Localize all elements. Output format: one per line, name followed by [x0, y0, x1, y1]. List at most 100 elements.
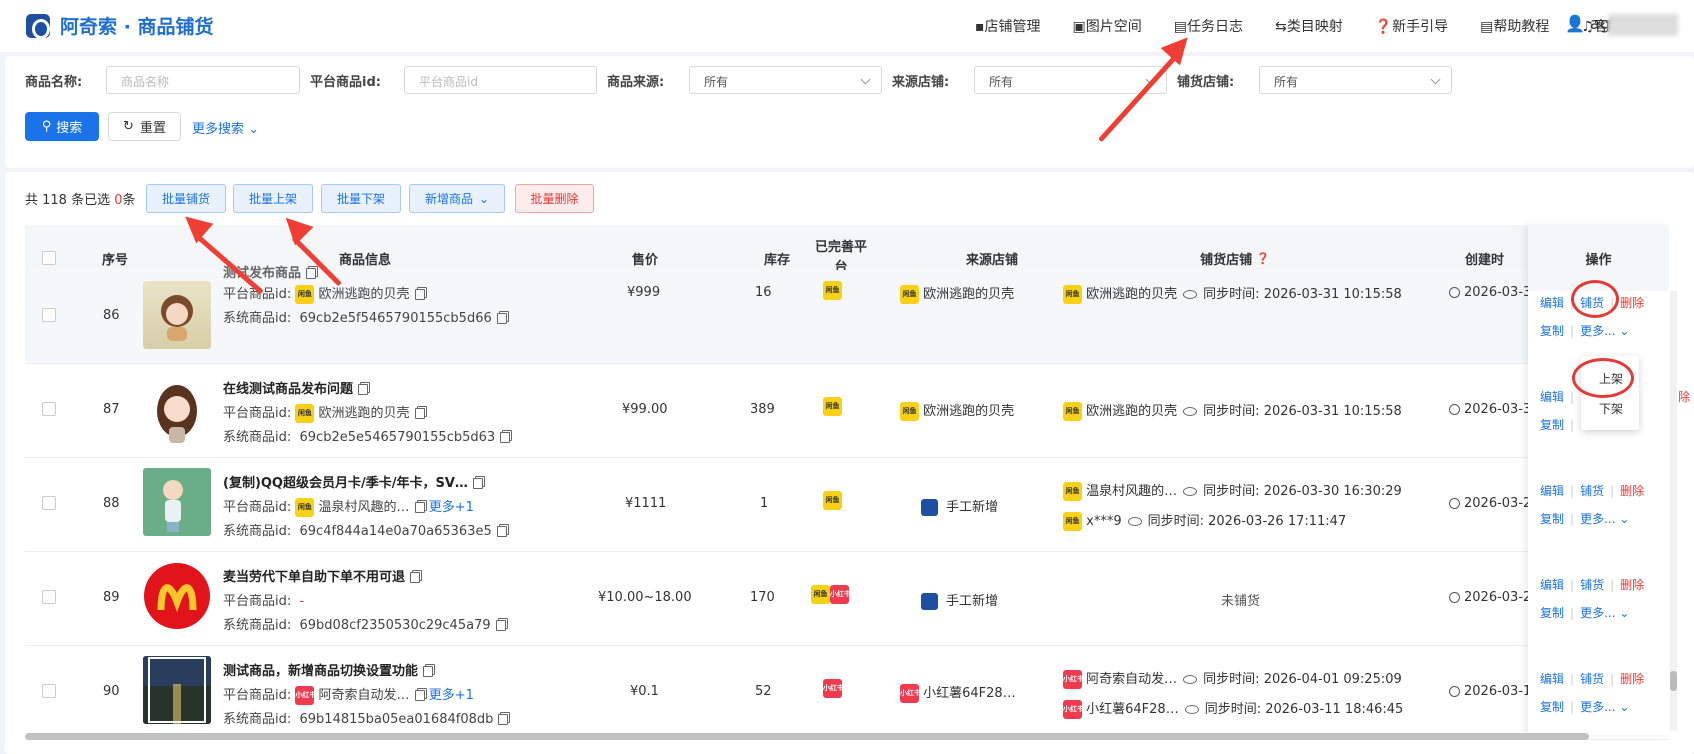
copy-icon[interactable]	[496, 313, 507, 324]
clock-icon	[1449, 498, 1460, 509]
delete-link[interactable]: 删除	[1620, 578, 1644, 592]
copy-icon[interactable]	[414, 690, 425, 701]
edit-link[interactable]: 编辑	[1540, 390, 1564, 404]
more-actions-link[interactable]: 更多... ⌄	[1580, 512, 1629, 526]
select-all-checkbox[interactable]	[42, 251, 56, 265]
source-shop-select[interactable]: 所有	[974, 66, 1167, 94]
horizontal-scrollbar[interactable]	[25, 733, 1589, 740]
reset-button[interactable]: ↻ 重置	[108, 112, 181, 141]
edit-link[interactable]: 编辑	[1540, 578, 1564, 592]
eye-icon[interactable]	[1183, 675, 1198, 684]
filter-name-label: 商品名称:	[25, 75, 83, 90]
batch-list-button[interactable]: 批量上架	[233, 184, 313, 213]
eye-icon[interactable]	[1184, 705, 1199, 714]
system-id-line: 系统商品id: 69cb2e5f5465790155cb5d66	[223, 307, 507, 326]
add-product-button[interactable]: 新增商品 ⌄	[409, 184, 505, 213]
table-row[interactable]: 87 在线测试商品发布问题 平台商品id: 闲鱼 欧洲逃跑的贝壳 系统商品id:…	[25, 364, 1669, 458]
eye-icon[interactable]	[1183, 407, 1198, 416]
distribute-link[interactable]: 铺货	[1580, 672, 1604, 686]
copy-link[interactable]: 复制	[1540, 606, 1564, 620]
menu-item-delist[interactable]: 下架	[1599, 400, 1623, 417]
nav-category-map[interactable]: ⇆类目映射	[1275, 16, 1359, 36]
copy-link[interactable]: 复制	[1540, 324, 1564, 338]
copy-icon[interactable]	[423, 666, 434, 677]
product-thumbnail[interactable]	[143, 377, 211, 445]
more-actions-link[interactable]: 更多... ⌄	[1580, 324, 1629, 338]
more-actions-link[interactable]: 更多... ⌄	[1580, 700, 1629, 714]
table-row[interactable]: 89 麦当劳代下单自助下单不用可退 平台商品id: - 系统商品id: 69bd…	[25, 552, 1669, 646]
table-row[interactable]: 86 测试发布商品 平台商品id: 闲鱼 欧洲逃跑的贝壳 系统商品id: 69c…	[25, 266, 1669, 364]
platform-id-line: 平台商品id: -	[223, 594, 305, 609]
eye-icon[interactable]	[1183, 487, 1198, 496]
stock: 52	[755, 684, 772, 699]
copy-icon[interactable]	[410, 572, 421, 583]
product-name[interactable]: 麦当劳代下单自助下单不用可退	[223, 566, 421, 585]
more-actions-link[interactable]: 更多... ⌄	[1580, 606, 1629, 620]
copy-icon[interactable]	[306, 268, 317, 279]
batch-distribute-button[interactable]: 批量铺货	[146, 184, 226, 213]
batch-delete-button[interactable]: 批量删除	[515, 184, 594, 213]
product-thumbnail[interactable]	[143, 656, 211, 724]
more-platforms-link[interactable]: 更多+1	[429, 688, 474, 703]
row-checkbox[interactable]	[42, 402, 56, 416]
xiaohongshu-badge-icon: 小红书	[900, 684, 921, 703]
copy-icon[interactable]	[472, 478, 483, 489]
table-row[interactable]: 88 (复制)QQ超级会员月卡/季卡/年卡，SV… 平台商品id: 闲鱼 温泉村…	[25, 458, 1669, 552]
search-button[interactable]: ⚲ 搜索	[25, 112, 99, 141]
more-search-link[interactable]: 更多搜索 ⌄	[192, 118, 259, 137]
more-platforms-link[interactable]: 更多+1	[429, 500, 474, 515]
copy-icon[interactable]	[414, 289, 425, 300]
row-checkbox[interactable]	[42, 308, 56, 322]
delete-link[interactable]: 删除	[1620, 296, 1644, 310]
clock-icon	[1449, 404, 1460, 415]
copy-icon[interactable]	[414, 502, 425, 513]
product-thumbnail[interactable]	[143, 562, 211, 630]
delete-link-partial[interactable]: 除	[1678, 390, 1690, 404]
product-name[interactable]: 测试商品，新增商品切换设置功能	[223, 660, 434, 679]
username-redacted	[1608, 14, 1678, 36]
batch-delist-button[interactable]: 批量下架	[321, 184, 401, 213]
copy-icon[interactable]	[495, 620, 506, 631]
edit-link[interactable]: 编辑	[1540, 484, 1564, 498]
nav-help-docs[interactable]: ▤帮助教程	[1480, 16, 1565, 36]
search-icon: ⚲	[41, 119, 52, 134]
copy-icon[interactable]	[358, 384, 369, 395]
scrollbar-thumb[interactable]	[1670, 671, 1677, 691]
distribute-link[interactable]: 铺货	[1580, 578, 1604, 592]
eye-icon[interactable]	[1183, 290, 1198, 299]
platform-badges: 闲鱼	[823, 281, 842, 300]
product-thumbnail[interactable]	[143, 281, 211, 349]
clock-icon	[1449, 287, 1460, 298]
edit-link[interactable]: 编辑	[1540, 672, 1564, 686]
copy-icon[interactable]	[498, 714, 509, 725]
copy-icon[interactable]	[414, 408, 425, 419]
product-name[interactable]: 在线测试商品发布问题	[223, 378, 369, 397]
distribute-link[interactable]: 铺货	[1580, 484, 1604, 498]
nav-image-space[interactable]: ▣图片空间	[1073, 16, 1158, 36]
copy-icon[interactable]	[496, 526, 507, 537]
product-name[interactable]: (复制)QQ超级会员月卡/季卡/年卡，SV…	[223, 472, 483, 491]
row-checkbox[interactable]	[42, 496, 56, 510]
copy-icon[interactable]	[500, 432, 511, 443]
delete-link[interactable]: 删除	[1620, 484, 1644, 498]
edit-link[interactable]: 编辑	[1540, 296, 1564, 310]
delete-link[interactable]: 删除	[1620, 672, 1644, 686]
platform-id-input[interactable]: 平台商品id	[404, 66, 597, 94]
row-checkbox[interactable]	[42, 684, 56, 698]
dist-shop-select[interactable]: 所有	[1259, 66, 1452, 94]
copy-link[interactable]: 复制	[1540, 700, 1564, 714]
copy-link[interactable]: 复制	[1540, 512, 1564, 526]
copy-link[interactable]: 复制	[1540, 418, 1564, 432]
table-row[interactable]: 90 测试商品，新增商品切换设置功能 平台商品id: 小红书 阿奇索自动发… 更…	[25, 646, 1669, 740]
source-select[interactable]: 所有	[689, 66, 882, 94]
nav-guide[interactable]: ❓新手引导	[1375, 16, 1464, 36]
brand-logo[interactable]: 阿奇索 · 商品铺货	[26, 12, 213, 39]
row-checkbox[interactable]	[42, 590, 56, 604]
source-shop: 手工新增	[921, 496, 998, 516]
eye-icon[interactable]	[1127, 517, 1142, 526]
nav-store-manage[interactable]: ▪店铺管理	[975, 16, 1057, 36]
nav-task-log[interactable]: ▤任务日志	[1174, 16, 1259, 36]
product-thumbnail[interactable]	[143, 468, 211, 536]
vertical-scrollbar[interactable]	[1670, 291, 1677, 731]
product-name-input[interactable]: 商品名称	[106, 66, 300, 94]
